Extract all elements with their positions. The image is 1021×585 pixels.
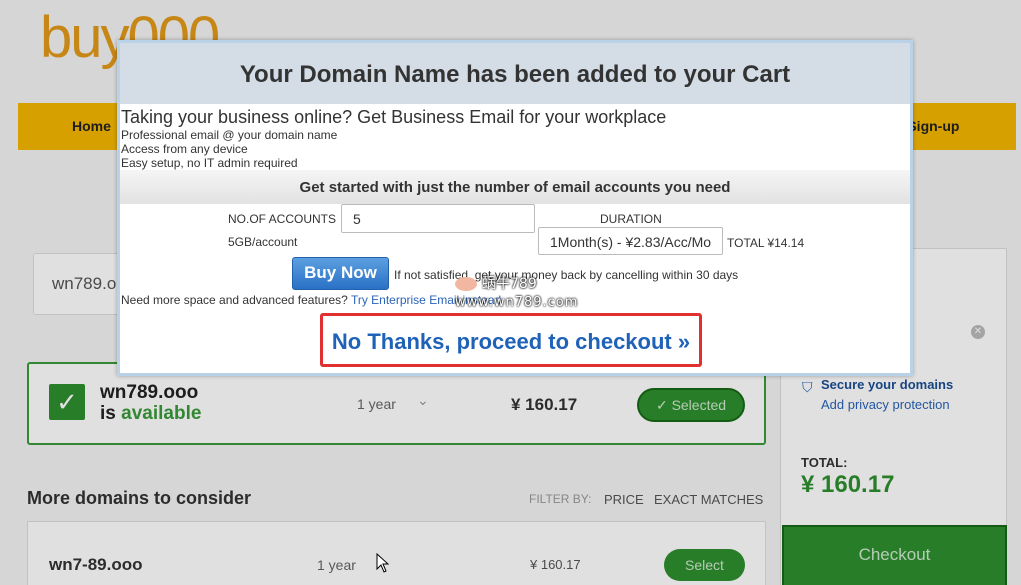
- watermark-text: 蜗牛789: [482, 276, 537, 292]
- accounts-input[interactable]: 5: [341, 204, 535, 233]
- get-started-band: Get started with just the number of emai…: [120, 170, 910, 204]
- promo-line: Professional email @ your domain name: [121, 128, 338, 142]
- storage-label: 5GB/account: [228, 235, 298, 249]
- get-started-text: Get started with just the number of emai…: [299, 179, 731, 196]
- duration-label: DURATION: [600, 212, 662, 226]
- no-thanks-checkout-button[interactable]: No Thanks, proceed to checkout »: [320, 313, 702, 367]
- watermark-url: www.wn789.com: [455, 295, 579, 310]
- refund-text: If not satisfied, get your money back by…: [394, 268, 739, 282]
- modal-header: Your Domain Name has been added to your …: [120, 43, 910, 104]
- enterprise-prefix: Need more space and advanced features?: [121, 293, 348, 307]
- watermark-logo-icon: [455, 277, 477, 291]
- modal-title: Your Domain Name has been added to your …: [239, 61, 791, 88]
- no-thanks-label: No Thanks, proceed to checkout »: [331, 329, 691, 354]
- enterprise-line: Need more space and advanced features? T…: [121, 293, 501, 307]
- buy-now-button[interactable]: Buy Now: [292, 257, 389, 290]
- email-total: TOTAL ¥14.14: [727, 236, 805, 250]
- cart-added-modal: Your Domain Name has been added to your …: [117, 40, 913, 376]
- accounts-label: NO.OF ACCOUNTS: [228, 212, 337, 226]
- promo-line: Easy setup, no IT admin required: [121, 156, 298, 170]
- duration-select[interactable]: 1Month(s) - ¥2.83/Acc/Mo: [538, 227, 723, 255]
- promo-line: Access from any device: [121, 142, 248, 156]
- promo-heading: Taking your business online? Get Busines…: [121, 107, 667, 127]
